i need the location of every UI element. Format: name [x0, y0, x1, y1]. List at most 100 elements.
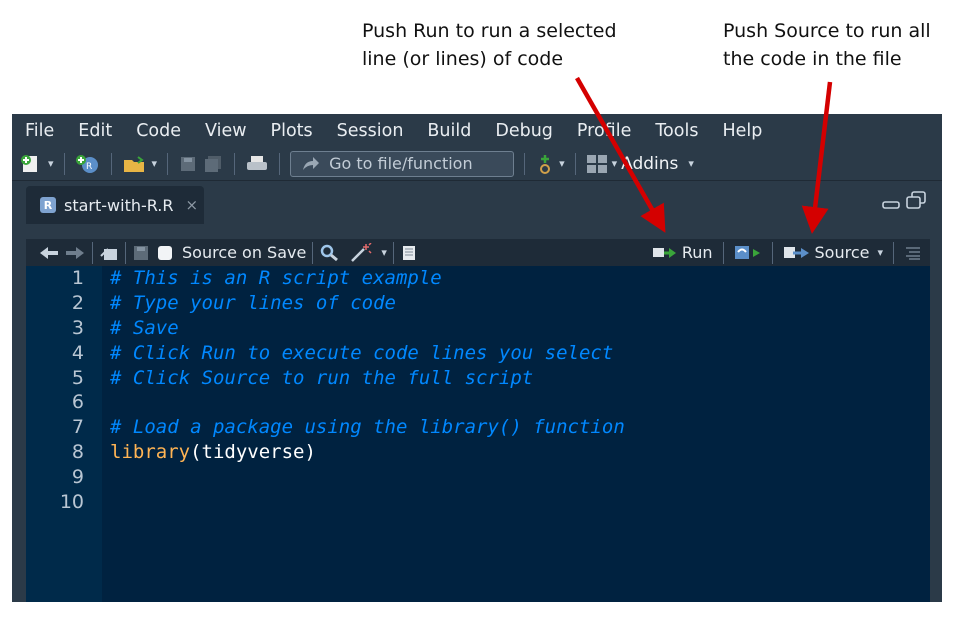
- new-project-icon: R: [75, 154, 98, 173]
- toolbar-divider: [392, 241, 394, 264]
- chevron-down-icon: ▾: [688, 157, 694, 170]
- go-to-file-placeholder: Go to file/function: [329, 154, 473, 173]
- svg-text:R: R: [86, 162, 92, 172]
- toolbar-divider: [63, 152, 65, 175]
- code-line: 1 # This is an R script example: [26, 266, 625, 291]
- forward-icon[interactable]: [64, 245, 86, 261]
- menu-edit[interactable]: Edit: [66, 121, 124, 141]
- open-file-button[interactable]: ▾: [122, 152, 158, 176]
- menu-bar: File Edit Code View Plots Session Build …: [12, 114, 942, 147]
- arrow-right-icon: [303, 156, 320, 170]
- new-file-icon: [21, 154, 37, 172]
- source-on-save-label: Source on Save: [182, 243, 307, 262]
- toolbar-divider: [574, 152, 576, 175]
- maximize-pane-icon[interactable]: [906, 191, 926, 209]
- close-icon[interactable]: ×: [186, 196, 199, 214]
- source-button[interactable]: Source ▾: [783, 243, 883, 262]
- menu-plots[interactable]: Plots: [259, 121, 325, 141]
- menu-code[interactable]: Code: [124, 121, 193, 141]
- menu-session[interactable]: Session: [325, 121, 416, 141]
- printer-icon: [247, 155, 268, 170]
- tab-filename: start-with-R.R: [64, 195, 174, 215]
- source-label: Source: [814, 243, 870, 262]
- line-number: 3: [71, 316, 84, 339]
- go-to-file-input[interactable]: Go to file/function: [290, 150, 515, 177]
- toolbar-divider: [125, 241, 126, 264]
- code-line: 5 # Click Source to run the full script: [26, 365, 625, 390]
- editor-tab-bar: R start-with-R.R ×: [12, 181, 942, 224]
- print-button[interactable]: [245, 152, 269, 176]
- addins-label: Addins: [621, 153, 679, 174]
- version-control-button[interactable]: ▾: [535, 152, 565, 176]
- save-all-icon: [205, 155, 222, 172]
- toolbar-divider: [279, 152, 281, 175]
- addins-menu[interactable]: Addins ▾: [621, 154, 694, 174]
- code-line: 9: [26, 464, 625, 489]
- workspace-panes-button[interactable]: ▾: [586, 152, 617, 176]
- code-line: 10: [26, 489, 625, 514]
- compile-report-icon[interactable]: [400, 244, 418, 262]
- code-line: 2 # Type your lines of code: [26, 291, 625, 316]
- git-icon: [540, 154, 551, 174]
- save-all-button[interactable]: [202, 152, 224, 176]
- line-number: 10: [59, 490, 84, 513]
- source-icon: [783, 246, 809, 258]
- line-number: 6: [71, 391, 84, 414]
- toolbar-divider: [92, 241, 93, 264]
- menu-debug[interactable]: Debug: [483, 121, 565, 141]
- code-line: 3 # Save: [26, 316, 625, 341]
- search-icon[interactable]: [319, 244, 341, 262]
- annotation-run: Push Run to run a selected line (or line…: [362, 20, 617, 70]
- toolbar-divider: [234, 152, 236, 175]
- new-file-button[interactable]: ▾: [20, 152, 54, 176]
- grid-icon: [586, 154, 607, 173]
- document-outline-icon[interactable]: [904, 246, 922, 260]
- minimize-pane-icon[interactable]: [882, 195, 900, 209]
- run-button[interactable]: Run: [652, 243, 713, 262]
- rstudio-window: File Edit Code View Plots Session Build …: [12, 114, 942, 602]
- menu-tools[interactable]: Tools: [643, 121, 710, 141]
- code-function: library: [110, 440, 191, 463]
- menu-build[interactable]: Build: [415, 121, 483, 141]
- menu-view[interactable]: View: [193, 121, 259, 141]
- code-comment: # Load a package using the library() fun…: [110, 416, 625, 439]
- show-in-window-icon[interactable]: [99, 244, 119, 262]
- back-icon[interactable]: [38, 245, 60, 261]
- source-on-save-toggle[interactable]: Source on Save: [158, 243, 306, 262]
- chevron-down-icon: ▾: [151, 158, 158, 170]
- editor-toolbar: Source on Save ▾ Run Source ▾: [26, 239, 930, 266]
- code-comment: # Save: [110, 316, 179, 339]
- code-line: 4 # Click Run to execute code lines you s…: [26, 340, 625, 365]
- save-button[interactable]: [178, 152, 198, 176]
- line-number: 5: [71, 366, 84, 389]
- code-editor[interactable]: 1 # This is an R script example 2 # Type y…: [26, 266, 930, 602]
- pane-window-controls: [882, 191, 926, 209]
- menu-help[interactable]: Help: [710, 121, 774, 141]
- toolbar-divider: [110, 152, 112, 175]
- code-comment: # Type your lines of code: [110, 292, 396, 315]
- r-file-icon: R: [40, 197, 56, 213]
- code-line: 8 library(tidyverse): [26, 440, 625, 465]
- toolbar-divider: [312, 241, 314, 264]
- menu-profile[interactable]: Profile: [565, 121, 643, 141]
- menu-file[interactable]: File: [13, 121, 66, 141]
- toolbar-divider: [893, 241, 894, 264]
- line-number: 9: [71, 465, 84, 488]
- chevron-down-icon: ▾: [381, 246, 387, 259]
- tab-start-with-r[interactable]: R start-with-R.R ×: [26, 186, 204, 224]
- toolbar-divider: [524, 152, 526, 175]
- save-icon[interactable]: [132, 244, 150, 262]
- toolbar-divider: [722, 241, 724, 264]
- source-on-save-checkbox[interactable]: [158, 245, 172, 260]
- chevron-down-icon[interactable]: ▾: [877, 246, 883, 259]
- code-lines: 1 # This is an R script example 2 # Type y…: [26, 266, 625, 514]
- code-comment: # Click Run to execute code lines you se…: [110, 341, 614, 364]
- rerun-icon[interactable]: [734, 244, 762, 262]
- line-number: 8: [71, 440, 84, 463]
- chevron-down-icon: ▾: [48, 158, 54, 170]
- code-comment: # Click Source to run the full script: [110, 366, 534, 389]
- main-toolbar: ▾ R ▾ Go to file/function ▾ ▾ Addins ▾: [12, 147, 942, 181]
- code-tools-button[interactable]: ▾: [349, 242, 387, 263]
- new-project-button[interactable]: R: [75, 152, 101, 176]
- folder-open-icon: [123, 155, 144, 172]
